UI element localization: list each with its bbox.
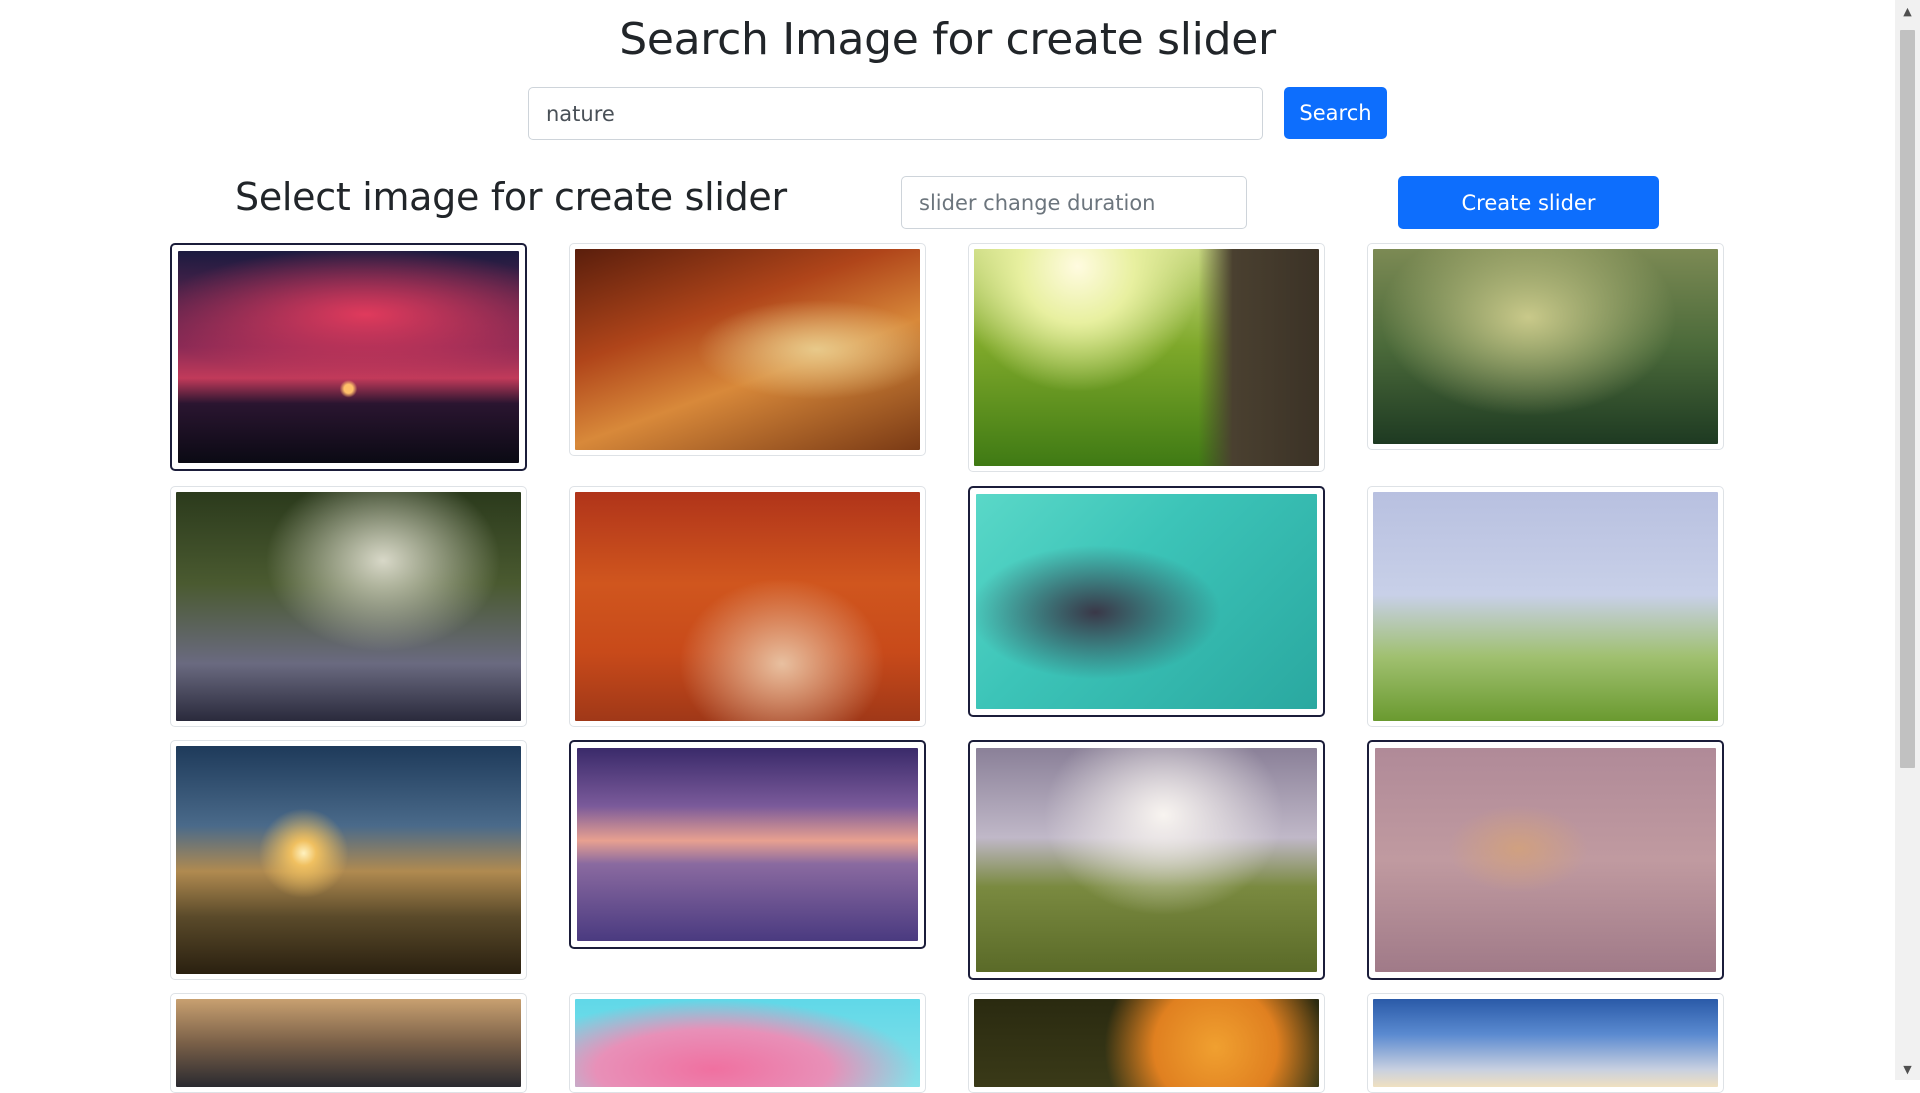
image-card[interactable] — [569, 243, 926, 456]
image-card[interactable] — [170, 486, 527, 727]
create-slider-button[interactable]: Create slider — [1398, 176, 1659, 229]
image-card[interactable] — [170, 243, 527, 471]
image-card[interactable] — [170, 993, 527, 1093]
image-thumbnail — [1373, 249, 1718, 444]
image-thumbnail — [178, 251, 519, 463]
scrollbar[interactable]: ▲ ▼ — [1895, 0, 1920, 1080]
search-input[interactable] — [528, 87, 1263, 140]
image-thumbnail — [575, 999, 920, 1087]
image-thumbnail — [176, 746, 521, 974]
image-thumbnail — [974, 249, 1319, 466]
arrow-up-icon[interactable]: ▲ — [1895, 0, 1920, 22]
image-card[interactable] — [170, 740, 527, 980]
image-thumbnail — [176, 492, 521, 721]
image-card[interactable] — [968, 740, 1325, 980]
image-thumbnail — [976, 494, 1317, 709]
image-thumbnail — [1373, 492, 1718, 721]
image-card[interactable] — [569, 486, 926, 727]
image-card[interactable] — [569, 740, 926, 949]
scroll-thumb[interactable] — [1900, 30, 1915, 768]
image-thumbnail — [974, 999, 1319, 1087]
image-thumbnail — [575, 249, 920, 450]
section-title: Select image for create slider — [235, 175, 787, 219]
search-button[interactable]: Search — [1284, 87, 1387, 139]
image-thumbnail — [1375, 748, 1716, 972]
arrow-down-icon[interactable]: ▼ — [1895, 1058, 1920, 1080]
image-card[interactable] — [569, 993, 926, 1093]
page-title: Search Image for create slider — [619, 14, 1276, 65]
image-card[interactable] — [1367, 243, 1724, 450]
image-card[interactable] — [968, 243, 1325, 472]
image-thumbnail — [176, 999, 521, 1087]
image-thumbnail — [575, 492, 920, 721]
duration-input[interactable] — [901, 176, 1247, 229]
image-card[interactable] — [1367, 486, 1724, 727]
image-thumbnail — [577, 748, 918, 941]
image-thumbnail — [976, 748, 1317, 972]
image-card[interactable] — [1367, 993, 1724, 1093]
image-thumbnail — [1373, 999, 1718, 1087]
image-card[interactable] — [968, 993, 1325, 1093]
image-card[interactable] — [968, 486, 1325, 717]
image-card[interactable] — [1367, 740, 1724, 980]
